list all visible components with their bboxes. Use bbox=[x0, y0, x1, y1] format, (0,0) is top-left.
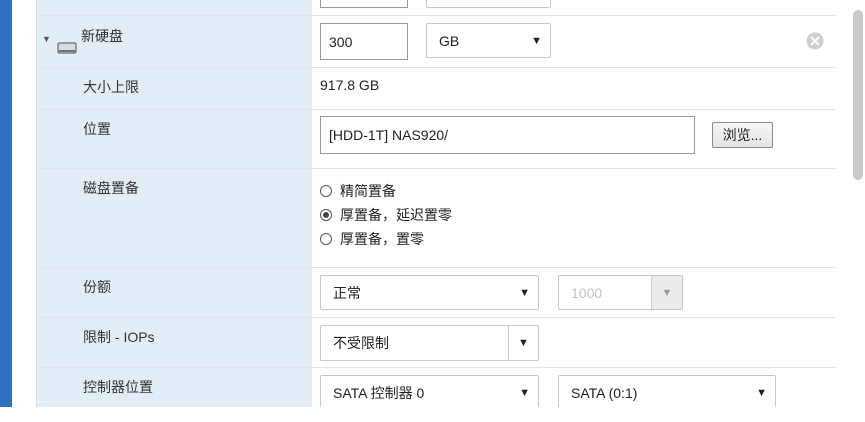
location-row: 位置 [HDD-1T] NAS920/ 浏览... bbox=[37, 110, 836, 169]
background-window-edge bbox=[0, 0, 12, 422]
iops-limit-combobox[interactable]: 不受限制 ▼ bbox=[320, 325, 539, 361]
panel-bottom-edge bbox=[0, 407, 865, 422]
new-disk-row: ▼ 新硬盘 300 GB ▼ bbox=[37, 16, 836, 68]
radio-thick-eager-zeroed[interactable]: 厚置备，置零 bbox=[320, 229, 424, 249]
location-label: 位置 bbox=[83, 121, 111, 137]
controller-slot-value: SATA (0:1) bbox=[571, 384, 638, 401]
previous-row bbox=[37, 0, 836, 16]
browse-button[interactable]: 浏览... bbox=[712, 122, 773, 148]
radio-button-selected[interactable] bbox=[320, 209, 332, 221]
disk-size-unit-select[interactable]: GB ▼ bbox=[426, 23, 551, 58]
virtual-hardware-panel: ▼ 新硬盘 300 GB ▼ 大小上限 917.8 GB 位置 [HDD-1T]… bbox=[36, 0, 836, 407]
location-input[interactable]: [HDD-1T] NAS920/ bbox=[320, 116, 695, 154]
radio-button[interactable] bbox=[320, 233, 332, 245]
previous-select[interactable] bbox=[426, 0, 551, 8]
shares-select[interactable]: 正常 ▼ bbox=[320, 275, 539, 310]
disk-size-unit-value: GB bbox=[439, 32, 460, 49]
iops-row: 限制 - IOPs 不受限制 ▼ bbox=[37, 318, 836, 368]
expand-toggle-icon[interactable]: ▼ bbox=[42, 34, 51, 44]
radio-label: 精简置备 bbox=[340, 183, 396, 199]
shares-value-placeholder: 1000 bbox=[571, 284, 603, 301]
controller-select[interactable]: SATA 控制器 0 ▼ bbox=[320, 375, 539, 407]
dropdown-caret-icon[interactable]: ▼ bbox=[508, 326, 538, 360]
max-size-label: 大小上限 bbox=[83, 79, 139, 95]
controller-selected-value: SATA 控制器 0 bbox=[333, 384, 425, 401]
shares-selected-value: 正常 bbox=[333, 284, 361, 301]
shares-value-spinner: 1000 ▼ bbox=[558, 275, 683, 310]
controller-row: 控制器位置 SATA 控制器 0 ▼ SATA (0:1) ▼ bbox=[37, 368, 836, 407]
scrollbar-thumb[interactable] bbox=[853, 10, 863, 180]
shares-label: 份额 bbox=[83, 279, 111, 295]
previous-input[interactable] bbox=[320, 0, 408, 8]
shares-row: 份额 正常 ▼ 1000 ▼ bbox=[37, 268, 836, 318]
radio-thin-provision[interactable]: 精简置备 bbox=[320, 181, 396, 201]
radio-label: 厚置备，置零 bbox=[340, 231, 424, 247]
radio-label: 厚置备，延迟置零 bbox=[340, 207, 452, 223]
spinner-caret-icon: ▼ bbox=[651, 276, 682, 309]
provisioning-label: 磁盘置备 bbox=[83, 180, 139, 196]
max-size-value: 917.8 GB bbox=[320, 77, 380, 93]
provisioning-row: 磁盘置备 精简置备 厚置备，延迟置零 厚置备，置零 bbox=[37, 169, 836, 268]
hard-disk-icon bbox=[57, 42, 77, 54]
dropdown-caret-icon: ▼ bbox=[756, 386, 767, 399]
dropdown-caret-icon: ▼ bbox=[531, 34, 542, 47]
controller-slot-select[interactable]: SATA (0:1) ▼ bbox=[558, 375, 776, 407]
radio-thick-lazy-zeroed[interactable]: 厚置备，延迟置零 bbox=[320, 205, 452, 225]
controller-label: 控制器位置 bbox=[83, 379, 153, 395]
dropdown-caret-icon: ▼ bbox=[519, 386, 530, 399]
remove-disk-icon[interactable] bbox=[806, 32, 824, 50]
disk-size-input[interactable]: 300 bbox=[320, 23, 408, 60]
new-disk-label: 新硬盘 bbox=[81, 28, 123, 44]
dropdown-caret-icon: ▼ bbox=[519, 286, 530, 299]
iops-selected-value: 不受限制 bbox=[333, 335, 389, 351]
radio-button[interactable] bbox=[320, 185, 332, 197]
max-size-row: 大小上限 917.8 GB bbox=[37, 68, 836, 110]
iops-label: 限制 - IOPs bbox=[83, 329, 155, 345]
